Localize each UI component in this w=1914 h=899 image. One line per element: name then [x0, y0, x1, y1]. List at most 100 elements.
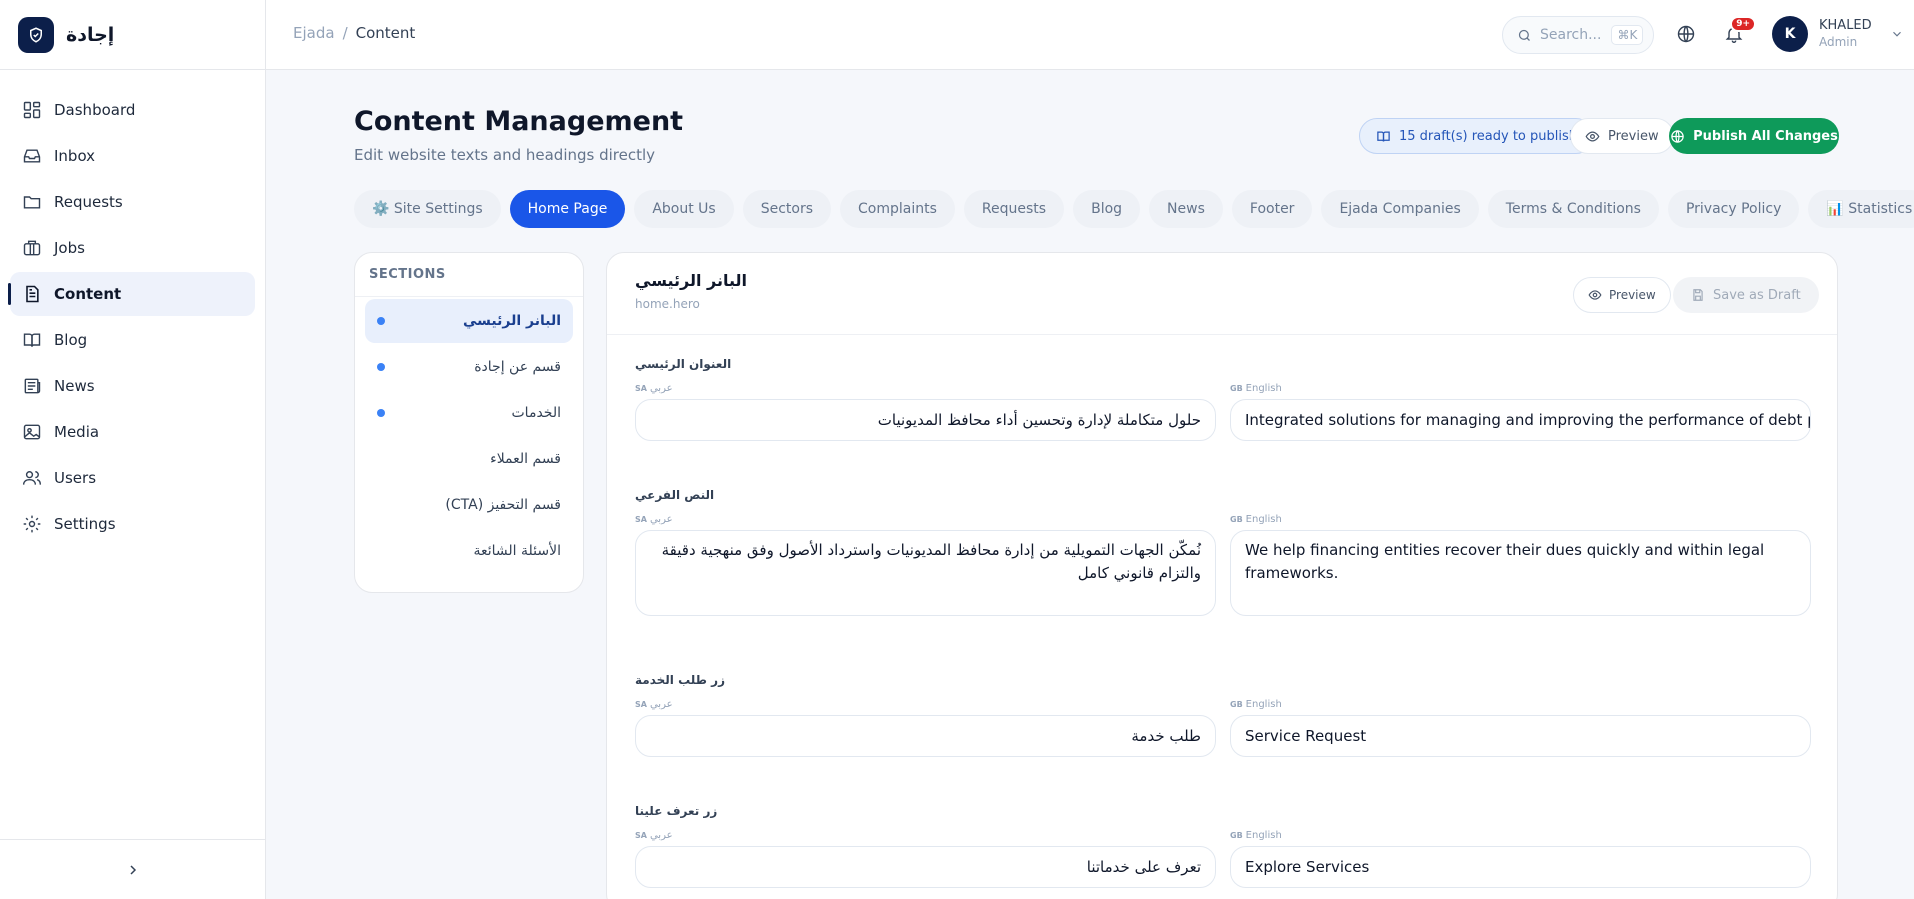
- tab-privacy-policy[interactable]: Privacy Policy: [1667, 190, 1800, 228]
- notification-badge: 9+: [1730, 16, 1756, 32]
- lang-code: GB: [1230, 515, 1243, 524]
- tab-complaints[interactable]: Complaints: [840, 190, 955, 228]
- field-main-title: العنوان الرئيسي SA عربي حلول متكاملة لإدا…: [635, 357, 1811, 441]
- sidebar-item-news[interactable]: News: [10, 364, 255, 408]
- tab-sectors[interactable]: Sectors: [742, 190, 832, 228]
- search-placeholder: Search...: [1540, 27, 1602, 43]
- lang-tag-en: GB English: [1230, 830, 1811, 844]
- section-item[interactable]: البانر الرئيسي: [365, 299, 573, 343]
- sidebar-nav: Dashboard Inbox Requests Jobs Content Bl…: [0, 70, 265, 546]
- section-item[interactable]: قسم عن إجادة: [365, 345, 573, 389]
- lang-tag-ar: SA عربي: [635, 699, 1216, 713]
- sections-panel: SECTIONS البانر الرئيسي قسم عن إجادة الخ…: [354, 252, 584, 593]
- section-item[interactable]: قسم التحفيز (CTA): [365, 483, 573, 527]
- section-label: الأسئلة الشائعة: [473, 543, 562, 559]
- sidebar-item-users[interactable]: Users: [10, 456, 255, 500]
- sidebar-collapse-button[interactable]: [0, 839, 265, 899]
- english-textarea[interactable]: We help financing entities recover their…: [1230, 530, 1811, 616]
- lang-code: GB: [1230, 831, 1243, 840]
- lang-label: عربي: [649, 830, 673, 841]
- section-preview-button[interactable]: Preview: [1573, 277, 1671, 313]
- section-label: قسم عن إجادة: [474, 359, 561, 375]
- tab-blog[interactable]: Blog: [1073, 190, 1141, 228]
- briefcase-icon: [23, 240, 41, 256]
- english-input[interactable]: Service Request: [1230, 715, 1811, 757]
- save-draft-button[interactable]: Save as Draft: [1673, 277, 1819, 313]
- lang-code: GB: [1230, 700, 1243, 709]
- book-icon: [23, 333, 41, 347]
- notifications-button[interactable]: 9+: [1722, 16, 1756, 46]
- sidebar-item-label: Users: [54, 469, 97, 487]
- section-preview-label: Preview: [1609, 288, 1656, 302]
- drafts-label: 15 draft(s) ready to publish: [1399, 128, 1577, 144]
- field-label: النص الفرعي: [635, 488, 715, 502]
- gear-icon: [23, 515, 41, 533]
- language-button[interactable]: [1674, 22, 1698, 46]
- lang-label: English: [1245, 699, 1282, 710]
- lang-label: English: [1245, 514, 1282, 525]
- brand[interactable]: إجادة: [0, 0, 265, 70]
- sidebar-item-label: Jobs: [54, 239, 85, 257]
- lang-code: SA: [635, 831, 647, 840]
- field-label: زر تعرف علينا: [635, 804, 718, 818]
- lang-label: عربي: [649, 383, 673, 394]
- section-item[interactable]: الخدمات: [365, 391, 573, 435]
- lang-tag-en: GB English: [1230, 514, 1811, 528]
- book-open-icon: [1377, 131, 1390, 142]
- section-label: قسم العملاء: [490, 451, 561, 467]
- publish-all-button[interactable]: Publish All Changes: [1669, 118, 1839, 154]
- unsaved-dot: [377, 409, 385, 417]
- tab-footer[interactable]: Footer: [1231, 190, 1313, 228]
- lang-tag-en: GB English: [1230, 383, 1811, 397]
- sidebar-item-settings[interactable]: Settings: [10, 502, 255, 546]
- preview-label: Preview: [1608, 128, 1659, 144]
- lang-tag-ar: SA عربي: [635, 830, 1216, 844]
- user-info: KHALED Admin: [1819, 17, 1872, 51]
- newspaper-icon: [24, 378, 41, 394]
- lang-label: English: [1245, 383, 1282, 394]
- section-item[interactable]: الأسئلة الشائعة: [365, 529, 573, 573]
- sidebar-item-media[interactable]: Media: [10, 410, 255, 454]
- lang-code: GB: [1230, 384, 1243, 393]
- section-label: قسم التحفيز (CTA): [445, 497, 561, 513]
- tab-about-us[interactable]: About Us: [634, 190, 734, 228]
- arabic-input[interactable]: طلب خدمة: [635, 715, 1216, 757]
- search-input[interactable]: Search... ⌘K: [1502, 16, 1654, 54]
- sidebar: إجادة Dashboard Inbox Requests Jobs Cont…: [0, 0, 266, 899]
- preview-button[interactable]: Preview: [1570, 118, 1674, 154]
- unsaved-dot: [377, 363, 385, 371]
- tab-home-page[interactable]: Home Page: [509, 190, 626, 228]
- tab-ejada-companies[interactable]: Ejada Companies: [1321, 190, 1479, 228]
- tab-news[interactable]: News: [1149, 190, 1223, 228]
- page-title: Content Management: [354, 106, 684, 137]
- user-menu[interactable]: K KHALED Admin: [1772, 16, 1904, 52]
- english-input[interactable]: Integrated solutions for managing and im…: [1230, 399, 1811, 441]
- tab-terms[interactable]: Terms & Conditions: [1487, 190, 1659, 228]
- field-label: زر طلب الخدمة: [635, 673, 725, 687]
- tab-requests[interactable]: Requests: [963, 190, 1065, 228]
- section-item[interactable]: قسم العملاء: [365, 437, 573, 481]
- inbox-icon: [23, 149, 41, 163]
- breadcrumb-root[interactable]: Ejada: [293, 24, 335, 42]
- lang-tag-ar: SA عربي: [635, 383, 1216, 397]
- sidebar-item-blog[interactable]: Blog: [10, 318, 255, 362]
- sidebar-item-inbox[interactable]: Inbox: [10, 134, 255, 178]
- lang-label: English: [1245, 830, 1282, 841]
- sidebar-item-content[interactable]: Content: [8, 272, 255, 316]
- main-content: Content Management Edit website texts an…: [266, 70, 1914, 899]
- tab-site-settings[interactable]: ⚙️ Site Settings: [354, 190, 501, 228]
- sidebar-item-dashboard[interactable]: Dashboard: [10, 88, 255, 132]
- sidebar-item-requests[interactable]: Requests: [10, 180, 255, 224]
- folder-icon: [23, 196, 41, 209]
- english-input[interactable]: Explore Services: [1230, 846, 1811, 888]
- tab-statistics[interactable]: 📊 Statistics: [1808, 190, 1914, 228]
- sidebar-item-jobs[interactable]: Jobs: [10, 226, 255, 270]
- sidebar-item-label: Media: [54, 423, 100, 441]
- lang-tag-ar: SA عربي: [635, 514, 1216, 528]
- drafts-status-badge[interactable]: 15 draft(s) ready to publish: [1359, 118, 1594, 154]
- arabic-textarea[interactable]: نُمكّن الجهات التمويلية من إدارة محافظ ا…: [635, 530, 1216, 616]
- arabic-input[interactable]: حلول متكاملة لإدارة وتحسين أداء محافظ ال…: [635, 399, 1216, 441]
- arabic-input[interactable]: تعرف على خدماتنا: [635, 846, 1216, 888]
- page-subtitle: Edit website texts and headings directly: [354, 146, 656, 164]
- sidebar-item-label: Dashboard: [54, 101, 136, 119]
